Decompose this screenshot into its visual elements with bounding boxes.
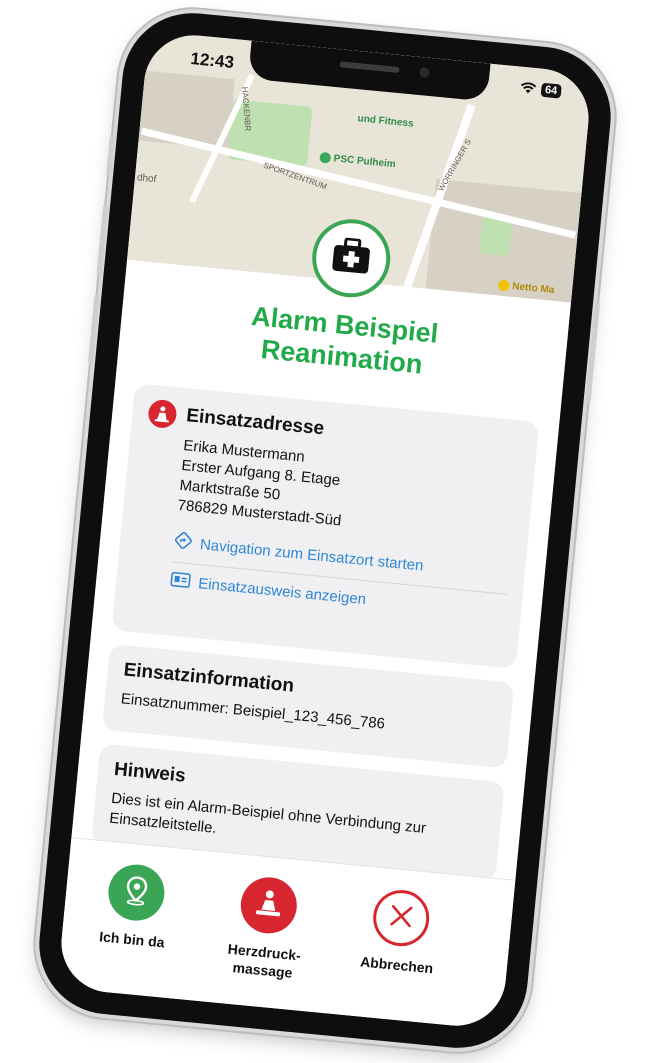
cpr-person-icon bbox=[252, 886, 285, 924]
speaker bbox=[339, 61, 400, 74]
map-label-friedhof: dhof bbox=[136, 172, 157, 186]
arrived-label: Ich bin da bbox=[98, 928, 166, 951]
phone-screen: HACKENBR und Fitness PSC Pulheim SPORTZE… bbox=[56, 30, 594, 1031]
arrived-icon-circle bbox=[105, 862, 167, 924]
poi-marker-icon bbox=[497, 279, 510, 292]
battery-indicator: 64 bbox=[540, 82, 562, 99]
arrived-button[interactable]: Ich bin da bbox=[71, 859, 198, 954]
id-card-link-label: Einsatzausweis anzeigen bbox=[197, 575, 367, 609]
map-poi-psc[interactable]: PSC Pulheim bbox=[319, 151, 397, 171]
address-heading: Einsatzadresse bbox=[185, 405, 326, 440]
close-icon bbox=[387, 901, 416, 934]
front-camera bbox=[418, 66, 430, 78]
info-number-label: Einsatznummer: bbox=[120, 690, 230, 718]
map-label-fitness: und Fitness bbox=[357, 113, 415, 130]
phone-mockup: HACKENBR und Fitness PSC Pulheim SPORTZE… bbox=[32, 6, 618, 1055]
cancel-button[interactable]: Abbrechen bbox=[336, 884, 463, 979]
cpr-icon-circle bbox=[238, 874, 300, 936]
cpr-button[interactable]: Herzdruck- massage bbox=[202, 872, 331, 985]
status-time: 12:43 bbox=[189, 48, 235, 73]
info-number-value: Beispiel_123_456_786 bbox=[232, 701, 386, 733]
cpr-icon bbox=[147, 398, 178, 430]
id-card-icon bbox=[170, 571, 192, 592]
address-card: Einsatzadresse Erika Mustermann Erster A… bbox=[111, 383, 540, 669]
poi-marker-icon bbox=[319, 151, 332, 164]
cancel-label: Abbrechen bbox=[359, 953, 434, 977]
first-aid-kit-icon bbox=[329, 236, 373, 281]
cpr-label: Herzdruck- massage bbox=[202, 937, 325, 984]
navigation-icon bbox=[173, 531, 193, 555]
map-label-psc: PSC Pulheim bbox=[333, 153, 397, 171]
location-pin-icon bbox=[122, 874, 151, 911]
wifi-icon bbox=[520, 82, 537, 95]
alarm-title: Alarm Beispiel Reanimation bbox=[118, 288, 568, 394]
cancel-icon-circle bbox=[370, 887, 432, 949]
